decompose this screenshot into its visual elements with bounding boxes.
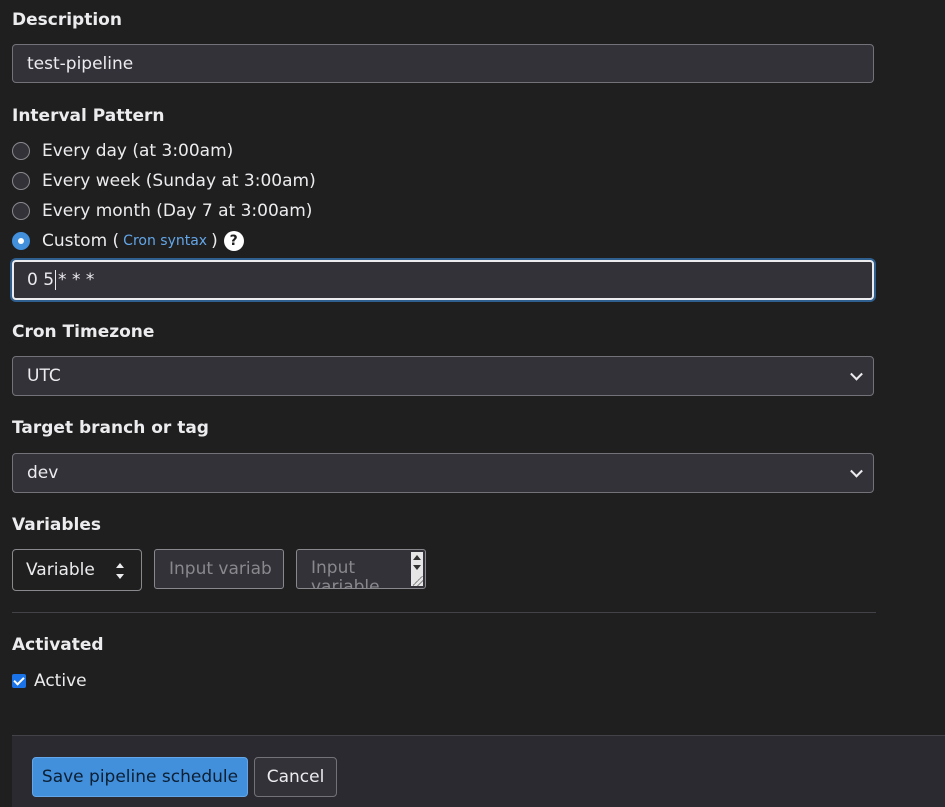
radio-every-day-control[interactable] [12,142,30,160]
radio-every-week-label: Every week (Sunday at 3:00am) [42,171,316,191]
radio-every-month-control[interactable] [12,202,30,220]
cron-timezone-label: Cron Timezone [12,322,155,342]
cron-syntax-link[interactable]: Cron syntax [123,233,207,249]
variable-type-select[interactable]: Variable [12,549,142,591]
form-footer: Save pipeline schedule Cancel [12,735,945,807]
variable-key-input[interactable]: Input variab [154,549,284,589]
timezone-value: UTC [27,366,61,386]
variables-label: Variables [12,515,102,535]
active-checkbox-row[interactable]: Active [12,671,87,691]
chevron-down-icon [850,464,863,478]
active-checkbox-label: Active [34,671,87,691]
cancel-button[interactable]: Cancel [254,757,337,797]
radio-every-month[interactable]: Every month (Day 7 at 3:00am) [12,199,312,223]
radio-custom-control[interactable] [12,232,30,250]
radio-every-day-label: Every day (at 3:00am) [42,141,234,161]
save-pipeline-schedule-button[interactable]: Save pipeline schedule [32,757,248,797]
radio-custom-suffix: ) [211,231,218,251]
text-caret [55,270,57,290]
active-checkbox[interactable] [12,674,26,688]
cron-value-after-caret: * * * [58,270,95,290]
variable-key-placeholder: Input variab [169,559,272,579]
description-value: test-pipeline [27,53,134,74]
radio-custom-label: Custom ( [42,231,120,251]
cron-input[interactable]: 0 5 * * * [12,260,874,300]
interval-pattern-label: Interval Pattern [12,106,165,126]
description-input[interactable]: test-pipeline [12,44,874,83]
pipeline-schedule-form: Description test-pipeline Interval Patte… [0,0,945,807]
cron-value-before-caret: 0 5 [27,270,55,290]
variable-type-value: Variable [26,560,95,580]
resize-grip-icon[interactable] [413,576,423,586]
sort-arrows-icon [115,563,125,579]
activated-label: Activated [12,635,104,655]
description-label: Description [12,10,122,30]
target-branch-value: dev [27,463,59,483]
target-branch-dropdown[interactable]: dev [12,453,874,493]
radio-every-day[interactable]: Every day (at 3:00am) [12,139,233,163]
variable-value-placeholder: Input variable [311,558,380,589]
target-branch-label: Target branch or tag [12,418,209,438]
chevron-down-icon [850,367,863,381]
radio-every-week-control[interactable] [12,172,30,190]
timezone-dropdown[interactable]: UTC [12,356,874,396]
scroll-down-icon[interactable] [413,565,421,570]
radio-custom[interactable]: Custom ( Cron syntax ) ? [12,229,244,253]
scroll-up-icon[interactable] [413,555,421,560]
section-divider [12,612,876,613]
radio-every-month-label: Every month (Day 7 at 3:00am) [42,201,313,221]
question-circle-icon[interactable]: ? [223,231,244,251]
radio-every-week[interactable]: Every week (Sunday at 3:00am) [12,169,316,193]
variable-value-textarea[interactable]: Input variable [296,549,426,589]
